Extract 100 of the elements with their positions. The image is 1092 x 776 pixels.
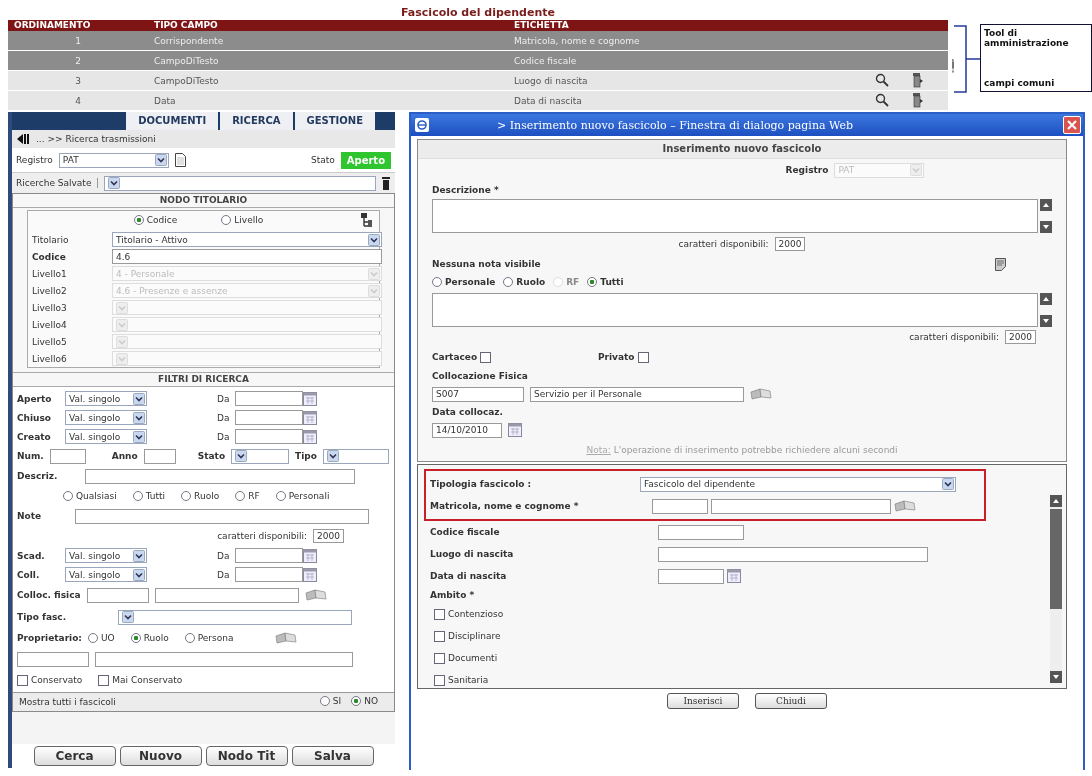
calendar-icon[interactable] <box>727 569 741 583</box>
text-field[interactable] <box>85 468 356 484</box>
field-label: caratteri disponibili: <box>678 239 769 249</box>
text-field[interactable] <box>235 429 303 444</box>
scrollbar[interactable] <box>1040 293 1052 327</box>
dropdown[interactable] <box>104 175 377 191</box>
text-field[interactable]: S007 <box>432 386 524 402</box>
checkbox-label: Mai Conservato <box>112 675 183 685</box>
text-field[interactable] <box>154 587 299 603</box>
note-icon[interactable] <box>995 257 1006 271</box>
window-title: > Inserimento nuovo fascicolo – Finestra di dialogo pagina Web <box>496 118 854 132</box>
text-field[interactable] <box>17 651 89 667</box>
text-field[interactable]: 4.6 <box>112 249 382 264</box>
checkbox[interactable] <box>480 351 492 363</box>
text-field[interactable] <box>86 587 149 603</box>
trash-icon[interactable] <box>382 176 391 190</box>
dropdown[interactable] <box>118 609 353 625</box>
calendar-icon[interactable] <box>303 410 317 425</box>
text-field[interactable]: Servizio per il Personale <box>530 386 744 402</box>
calendar-icon[interactable] <box>303 429 317 444</box>
nav-tab[interactable]: DOCUMENTI <box>124 112 219 130</box>
dialog-button[interactable]: Inserisci <box>667 693 739 709</box>
text-field[interactable] <box>143 448 176 464</box>
back-icon[interactable] <box>16 132 30 146</box>
book-icon[interactable] <box>750 388 772 400</box>
text-field[interactable] <box>652 498 708 514</box>
radio-button[interactable] <box>132 491 143 501</box>
radio-button[interactable] <box>87 633 98 643</box>
dropdown[interactable]: Val. singolo <box>65 391 147 406</box>
radio-button[interactable] <box>235 491 246 501</box>
dropdown[interactable]: Fascicolo del dipendente <box>640 476 956 492</box>
dropdown[interactable] <box>322 448 389 464</box>
radio-button[interactable] <box>63 491 73 501</box>
checkbox[interactable] <box>98 674 110 686</box>
book-icon[interactable] <box>894 500 916 512</box>
dialog-button[interactable]: Chiudi <box>755 693 827 709</box>
book-icon[interactable] <box>275 632 298 644</box>
table-row[interactable]: 4 Data Data di nascita <box>8 91 948 111</box>
radio-label: Tutti <box>600 277 624 287</box>
text-field[interactable] <box>95 651 353 667</box>
radio-button[interactable] <box>130 633 141 643</box>
close-button[interactable] <box>1063 116 1081 134</box>
calendar-icon[interactable] <box>303 548 317 563</box>
text-field[interactable] <box>235 567 303 582</box>
calendar-icon[interactable] <box>303 567 317 582</box>
document-icon[interactable] <box>174 153 186 167</box>
checkbox[interactable] <box>434 652 445 664</box>
dropdown[interactable]: Val. singolo <box>65 548 147 563</box>
search-icon[interactable] <box>875 72 889 87</box>
text-field[interactable] <box>235 548 303 563</box>
dropdown[interactable]: Val. singolo <box>65 410 147 425</box>
dropdown[interactable]: Val. singolo <box>65 429 147 444</box>
radio-button[interactable] <box>275 491 286 501</box>
scrollbar[interactable] <box>1040 199 1052 233</box>
text-field[interactable] <box>658 546 928 562</box>
text-field[interactable] <box>75 508 370 524</box>
text-field[interactable] <box>235 410 303 425</box>
hierarchy-icon[interactable] <box>360 213 373 227</box>
checkbox[interactable] <box>434 674 445 686</box>
radio-button[interactable] <box>221 215 232 225</box>
dropdown[interactable] <box>231 448 290 464</box>
radio-button[interactable] <box>133 215 144 225</box>
text-field[interactable] <box>658 524 744 540</box>
radio-button[interactable] <box>184 633 195 643</box>
radio-button[interactable] <box>181 491 192 501</box>
action-button[interactable]: Salva <box>291 746 374 766</box>
scrollbar[interactable] <box>1050 495 1062 683</box>
text-field[interactable] <box>49 448 86 464</box>
checkbox[interactable] <box>17 674 28 686</box>
calendar-icon[interactable] <box>303 391 317 406</box>
checkbox[interactable] <box>434 608 445 620</box>
field-label: Coll. <box>17 569 41 580</box>
dropdown[interactable]: Val. singolo <box>65 567 147 582</box>
checkbox[interactable] <box>637 351 649 363</box>
dropdown[interactable]: Titolario - Attivo <box>112 232 382 247</box>
text-field[interactable] <box>711 498 891 514</box>
radio-button[interactable] <box>319 696 330 706</box>
radio-button[interactable] <box>351 696 362 706</box>
action-button[interactable]: Cerca <box>33 746 116 766</box>
nav-tab[interactable]: RICERCA <box>218 112 293 130</box>
text-field[interactable] <box>235 391 303 406</box>
table-title: Fascicolo del dipendente <box>400 6 556 20</box>
radio-button[interactable] <box>587 277 598 287</box>
action-button[interactable]: Nodo Tit <box>205 746 288 766</box>
radio-button[interactable] <box>432 277 442 287</box>
calendar-icon[interactable] <box>508 423 522 437</box>
search-icon[interactable] <box>875 92 889 107</box>
book-icon[interactable] <box>304 589 327 601</box>
chevron-down-icon <box>133 549 145 562</box>
table-row[interactable]: 3 CampoDiTesto Luogo di nascita <box>8 71 948 91</box>
trash-icon[interactable] <box>912 71 924 88</box>
text-field[interactable]: 14/10/2010 <box>432 422 502 438</box>
dropdown[interactable]: PAT <box>58 152 169 168</box>
text-field[interactable] <box>658 568 724 584</box>
breadcrumb: ... >> Ricerca trasmissioni <box>36 134 156 144</box>
nav-tab[interactable]: GESTIONE <box>292 112 375 130</box>
action-button[interactable]: Nuovo <box>119 746 202 766</box>
trash-icon[interactable] <box>912 91 924 108</box>
checkbox[interactable] <box>434 630 445 642</box>
radio-button[interactable] <box>503 277 514 287</box>
